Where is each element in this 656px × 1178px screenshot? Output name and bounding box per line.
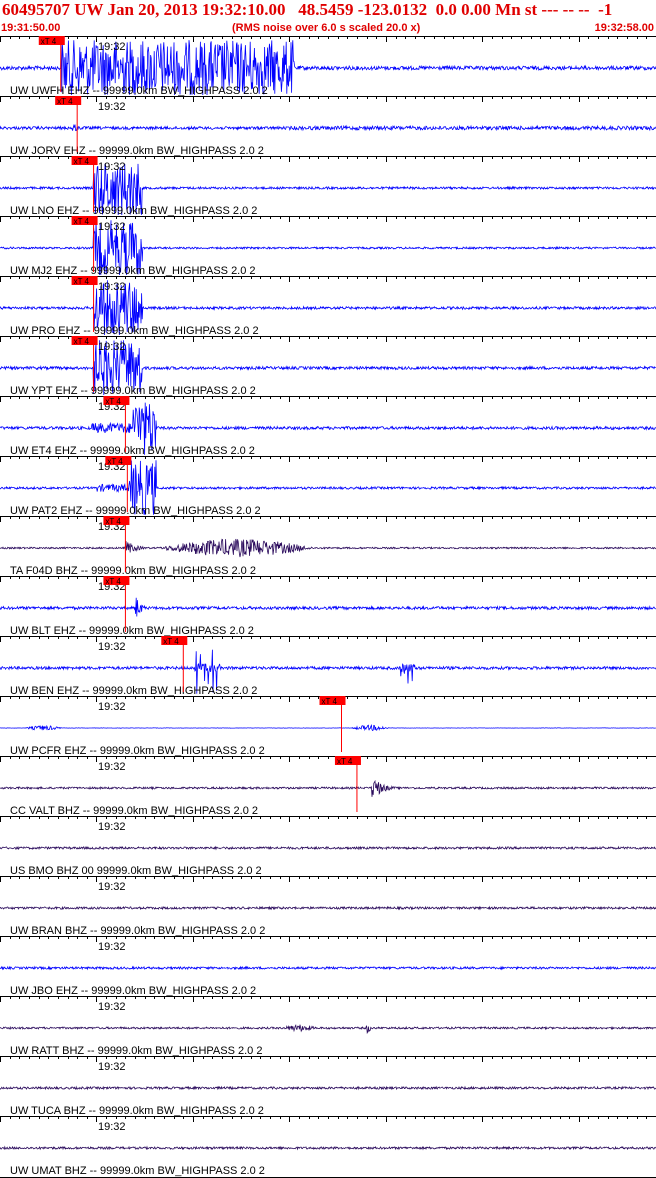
station-label: UW YPT EHZ -- 99999.0km BW_HIGHPASS 2.0 …	[10, 385, 256, 397]
waveform	[0, 905, 656, 911]
time-label: 19:32	[98, 41, 126, 53]
station-label: UW BLT EHZ -- 99999.0km BW_HIGHPASS 2.0 …	[10, 625, 254, 637]
trace-row: CC VALT BHZ -- 99999.0km BW_HIGHPASS 2.0…	[0, 756, 656, 817]
pick-label: xT 4	[105, 397, 121, 406]
station-label: UW ET4 EHZ -- 99999.0km BW_HIGHPASS 2.0 …	[10, 445, 255, 457]
time-label: 19:32	[98, 1061, 126, 1073]
trace-row: UW UMAT BHZ -- 99999.0km BW_HIGHPASS 2.0…	[0, 1116, 656, 1177]
waveform	[0, 779, 656, 797]
station-label: UW BRAN BHZ -- 99999.0km BW_HIGHPASS 2.0…	[10, 925, 265, 937]
pick-label: xT 4	[322, 697, 338, 706]
station-label: UW BEN EHZ -- 99999.0km BW_HIGHPASS 2.0 …	[10, 685, 257, 697]
station-label: UW PCFR EHZ -- 99999.0km BW_HIGHPASS 2.0…	[10, 745, 265, 757]
station-label: UW PRO EHZ -- 99999.0km BW_HIGHPASS 2.0 …	[10, 325, 259, 337]
pick-label: xT 4	[163, 637, 179, 646]
pick-label: xT 4	[57, 97, 73, 106]
waveform	[0, 965, 656, 971]
trace-row: UW JORV EHZ -- 99999.0km BW_HIGHPASS 2.0…	[0, 96, 656, 157]
trace-row: UW UWFH EHZ -- 99999.0km BW_HIGHPASS 2.0…	[0, 36, 656, 97]
trace-row: UW YPT EHZ -- 99999.0km BW_HIGHPASS 2.0 …	[0, 336, 656, 397]
pick-label: xT 4	[74, 217, 90, 226]
station-label: UW PAT2 EHZ -- 99999.0km BW_HIGHPASS 2.0…	[10, 505, 261, 517]
trace-row: UW RATT BHZ -- 99999.0km BW_HIGHPASS 2.0…	[0, 996, 656, 1057]
seismogram-plot: UW UWFH EHZ -- 99999.0km BW_HIGHPASS 2.0…	[0, 36, 656, 1178]
station-label: UW RATT BHZ -- 99999.0km BW_HIGHPASS 2.0…	[10, 1045, 262, 1057]
end-time: 19:32:58.00	[594, 22, 654, 34]
trace-row: UW TUCA BHZ -- 99999.0km BW_HIGHPASS 2.0…	[0, 1056, 656, 1117]
start-time: 19:31:50.00	[1, 22, 61, 34]
trace-row: UW JBO EHZ -- 99999.0km BW_HIGHPASS 2.0 …	[0, 936, 656, 997]
time-label: 19:32	[98, 1121, 126, 1133]
station-label: TA F04D BHZ -- 99999.0km BW_HIGHPASS 2.0…	[10, 565, 256, 577]
waveform	[0, 1085, 656, 1091]
trace-row: UW BLT EHZ -- 99999.0km BW_HIGHPASS 2.0 …	[0, 576, 656, 637]
time-label: 19:32	[98, 341, 126, 353]
trace-row: UW PCFR EHZ -- 99999.0km BW_HIGHPASS 2.0…	[0, 696, 656, 757]
trace-row: UW BRAN BHZ -- 99999.0km BW_HIGHPASS 2.0…	[0, 876, 656, 937]
trace-row: UW ET4 EHZ -- 99999.0km BW_HIGHPASS 2.0 …	[0, 396, 656, 457]
station-label: UW JBO EHZ -- 99999.0km BW_HIGHPASS 2.0 …	[10, 985, 256, 997]
trace-row: UW LNO EHZ -- 99999.0km BW_HIGHPASS 2.0 …	[0, 156, 656, 217]
pick-label: xT 4	[105, 517, 121, 526]
station-label: UW LNO EHZ -- 99999.0km BW_HIGHPASS 2.0 …	[10, 205, 257, 217]
station-label: CC VALT BHZ -- 99999.0km BW_HIGHPASS 2.0…	[10, 805, 258, 817]
waveform	[0, 724, 656, 732]
station-label: UW JORV EHZ -- 99999.0km BW_HIGHPASS 2.0…	[10, 145, 264, 157]
station-label: UW TUCA BHZ -- 99999.0km BW_HIGHPASS 2.0…	[10, 1105, 264, 1117]
trace-row: UW PAT2 EHZ -- 99999.0km BW_HIGHPASS 2.0…	[0, 456, 656, 517]
header: 60495707 UW Jan 20, 2013 19:32:10.00 48.…	[0, 0, 656, 36]
time-label: 19:32	[98, 701, 126, 713]
time-label: 19:32	[98, 221, 126, 233]
trace-row: TA F04D BHZ -- 99999.0km BW_HIGHPASS 2.0…	[0, 516, 656, 577]
time-label: 19:32	[98, 281, 126, 293]
time-label: 19:32	[98, 761, 126, 773]
pick-label: xT 4	[74, 157, 90, 166]
noise-subtitle: (RMS noise over 6.0 s scaled 20.0 x)	[232, 22, 421, 34]
waveform	[0, 123, 656, 132]
station-label: UW UMAT BHZ -- 99999.0km BW_HIGHPASS 2.0…	[10, 1165, 265, 1177]
waveform	[0, 1024, 656, 1035]
waveform	[0, 597, 656, 617]
pick-label: xT 4	[74, 337, 90, 346]
time-label: 19:32	[98, 161, 126, 173]
pick-label: xT 4	[337, 757, 353, 766]
trace-row: UW BEN EHZ -- 99999.0km BW_HIGHPASS 2.0 …	[0, 636, 656, 697]
station-label: US BMO BHZ 00 99999.0km BW_HIGHPASS 2.0 …	[10, 865, 262, 877]
pick-label: xT 4	[74, 277, 90, 286]
time-label: 19:32	[98, 941, 126, 953]
pick-label: xT 4	[107, 457, 123, 466]
pick-label: xT 4	[105, 577, 121, 586]
trace-row: UW MJ2 EHZ -- 99999.0km BW_HIGHPASS 2.0 …	[0, 216, 656, 277]
station-label: UW UWFH EHZ -- 99999.0km BW_HIGHPASS 2.0…	[10, 85, 268, 97]
time-label: 19:32	[98, 881, 126, 893]
time-label: 19:32	[98, 641, 126, 653]
event-title: 60495707 UW Jan 20, 2013 19:32:10.00 48.…	[2, 0, 613, 19]
station-label: UW MJ2 EHZ -- 99999.0km BW_HIGHPASS 2.0 …	[10, 265, 256, 277]
waveform	[0, 845, 656, 851]
time-label: 19:32	[98, 101, 126, 113]
time-label: 19:32	[98, 1001, 126, 1013]
waveform	[0, 1145, 656, 1151]
pick-label: xT 4	[41, 37, 57, 46]
trace-row: US BMO BHZ 00 99999.0km BW_HIGHPASS 2.0 …	[0, 816, 656, 877]
trace-row: UW PRO EHZ -- 99999.0km BW_HIGHPASS 2.0 …	[0, 276, 656, 337]
time-label: 19:32	[98, 821, 126, 833]
waveform	[0, 538, 656, 558]
